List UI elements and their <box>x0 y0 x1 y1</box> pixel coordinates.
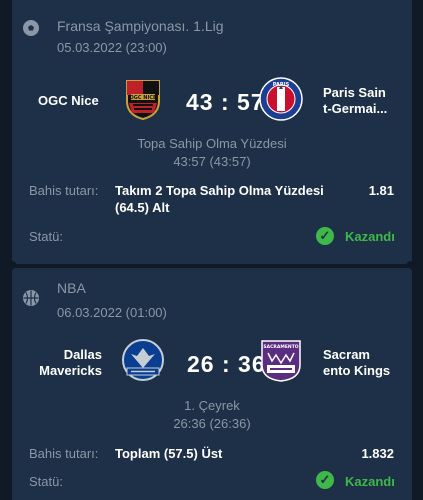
soccer-ball-icon <box>23 20 39 36</box>
league-name: Fransa Şampiyonası. 1.Lig <box>57 18 224 34</box>
status-won: Kazandı <box>345 474 395 489</box>
period-score: 26:36 (26:36) <box>173 416 251 431</box>
status-won: Kazandı <box>345 229 395 244</box>
away-team-name: Sacram ento Kings <box>323 347 391 378</box>
bet-selection: Toplam (57.5) Üst <box>115 446 223 461</box>
svg-text:SACRAMENTO: SACRAMENTO <box>263 344 298 350</box>
score: 26 : 36 <box>187 351 266 377</box>
bet-card-football[interactable]: Fransa Şampiyonası. 1.Lig 05.03.2022 (23… <box>12 0 412 264</box>
match-date: 06.03.2022 (01:00) <box>57 305 167 320</box>
home-team-logo <box>121 338 165 387</box>
match-date: 05.03.2022 (23:00) <box>57 40 167 55</box>
home-team-name: OGC Nice <box>38 93 99 108</box>
period-label: 1. Çeyrek <box>184 398 240 413</box>
away-team-logo: PARIS <box>259 77 303 126</box>
check-circle-icon: ✓ <box>316 471 334 489</box>
bet-odds: 1.832 <box>361 446 394 461</box>
away-team-logo: SACRAMENTO <box>258 337 304 388</box>
basketball-icon <box>23 290 39 306</box>
bet-amount-label: Bahis tutarı: <box>29 183 99 198</box>
home-team-name: Dallas Mavericks <box>39 347 102 378</box>
svg-text:OGC NICE: OGC NICE <box>130 95 157 101</box>
status-label: Statü: <box>29 474 63 489</box>
check-circle-icon: ✓ <box>316 227 334 245</box>
bet-amount-label: Bahis tutarı: <box>29 446 99 461</box>
score: 43 : 57 <box>186 89 265 115</box>
home-team-logo: OGC NICE <box>121 77 165 126</box>
bet-selection: Takım 2 Topa Sahip Olma Yüzdesi (64.5) A… <box>115 183 324 215</box>
bet-card-basketball[interactable]: NBA 06.03.2022 (01:00) Dallas Mavericks … <box>12 268 412 500</box>
bet-odds: 1.81 <box>368 183 394 198</box>
stat-value: 43:57 (43:57) <box>173 154 251 169</box>
status-label: Statü: <box>29 229 63 244</box>
away-team-name: Paris Sain t-Germai... <box>323 85 388 116</box>
stat-label: Topa Sahip Olma Yüzdesi <box>137 136 287 151</box>
svg-text:PARIS: PARIS <box>273 82 290 88</box>
league-name: NBA <box>57 280 86 296</box>
